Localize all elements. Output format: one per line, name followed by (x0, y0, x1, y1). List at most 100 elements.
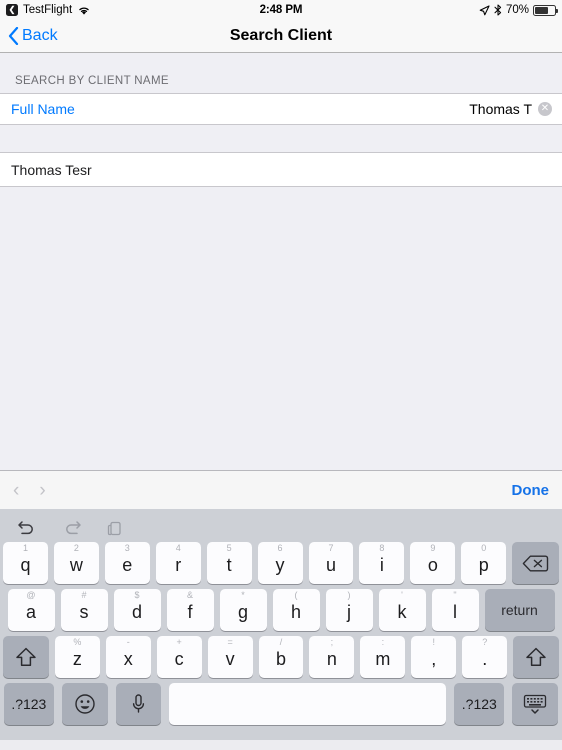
key-main-label: . (482, 649, 488, 669)
key-q[interactable]: 1q (2, 542, 48, 584)
key-sub-label: & (186, 590, 193, 600)
numeric-key-left[interactable]: .?123 (4, 683, 54, 725)
shift-icon[interactable] (2, 636, 49, 678)
key-k[interactable]: ' k (378, 589, 426, 631)
key-sub-label: 4 (175, 543, 181, 553)
page-title: Search Client (229, 27, 333, 44)
numeric-key-label: .?123 (461, 696, 497, 712)
onscreen-keyboard: 1q 2w 3e 4r 5t 6y 7u 8i 9o 0p @ a # s $ d &… (0, 509, 562, 740)
return-key[interactable]: return (484, 589, 555, 631)
key-comma[interactable]: !, (411, 636, 457, 678)
table-row[interactable]: Thomas Tesr (0, 153, 562, 186)
microphone-icon[interactable] (115, 683, 162, 725)
key-main-label: d (131, 602, 142, 622)
search-field-group: Full Name Thomas T ✕ (0, 93, 562, 125)
key-m[interactable]: :m (360, 636, 406, 678)
key-z[interactable]: % z (54, 636, 100, 678)
key-s[interactable]: # s (60, 589, 108, 631)
key-sub-label: 6 (277, 543, 283, 553)
key-sub-label: 1 (22, 543, 28, 553)
key-sub-label: * (241, 590, 245, 600)
key-main-label: c (174, 649, 184, 669)
keyboard-row-4: .?123 .?123 (0, 683, 562, 725)
space-key[interactable] (169, 683, 447, 725)
key-main-label: a (25, 602, 36, 622)
done-button[interactable]: Done (512, 482, 550, 499)
result-name-label: Thomas Tesr (11, 161, 92, 178)
undo-icon[interactable] (17, 519, 37, 535)
emoji-icon[interactable] (61, 683, 108, 725)
key-main-label: e (122, 555, 133, 575)
key-y[interactable]: 6y (257, 542, 303, 584)
hide-keyboard-icon[interactable] (512, 683, 559, 725)
key-b[interactable]: / b (258, 636, 304, 678)
redo-icon (62, 519, 82, 535)
backspace-icon[interactable] (512, 542, 560, 584)
key-sub-label: ! (432, 637, 436, 647)
key-u[interactable]: 7u (308, 542, 354, 584)
key-main-label: k (397, 602, 407, 622)
key-sub-label: 8 (379, 543, 385, 553)
key-t[interactable]: 5t (206, 542, 252, 584)
return-key-label: return (501, 602, 538, 618)
content-area: SEARCH BY CLIENT NAME Full Name Thomas T… (0, 53, 562, 470)
key-main-label: j (347, 602, 351, 622)
key-main-label: u (325, 555, 336, 575)
keyboard-row-2: @ a # s $ d & f * g (h ) j ' k " l return (0, 589, 562, 631)
key-main-label: i (379, 555, 384, 575)
keyboard-shortcut-bar (0, 512, 562, 542)
key-main-label: f (187, 602, 193, 622)
full-name-value-wrap: Thomas T ✕ (469, 101, 552, 117)
key-main-label: z (72, 649, 82, 669)
key-a[interactable]: @ a (7, 589, 55, 631)
key-main-label: h (290, 602, 301, 622)
key-main-label: p (478, 555, 489, 575)
status-bar: ❮ TestFlight 2:48 PM 70% (0, 0, 562, 20)
key-main-label: s (79, 602, 89, 622)
numeric-key-label: .?123 (11, 696, 47, 712)
key-period[interactable]: ?. (462, 636, 508, 678)
results-group: Thomas Tesr (0, 152, 562, 187)
key-sub-label: # (81, 590, 87, 600)
shift-icon-right[interactable] (513, 636, 560, 678)
key-r[interactable]: 4r (155, 542, 201, 584)
key-w[interactable]: 2w (53, 542, 99, 584)
key-x[interactable]: -x (105, 636, 151, 678)
key-d[interactable]: $ d (113, 589, 161, 631)
input-accessory-bar: ‹ › Done (0, 470, 562, 509)
location-arrow-icon (479, 4, 490, 16)
keyboard-row-1: 1q 2w 3e 4r 5t 6y 7u 8i 9o 0p (0, 542, 562, 584)
numeric-key-right[interactable]: .?123 (454, 683, 505, 725)
status-bar-clock: 2:48 PM (259, 4, 303, 16)
key-i[interactable]: 8i (359, 542, 405, 584)
key-v[interactable]: = v (207, 636, 253, 678)
key-e[interactable]: 3e (104, 542, 150, 584)
key-g[interactable]: * g (219, 589, 267, 631)
key-sub-label: 2 (73, 543, 79, 553)
key-c[interactable]: + c (156, 636, 202, 678)
key-sub-label: 5 (226, 543, 232, 553)
key-sub-label: ) (347, 590, 351, 600)
chevron-left-icon[interactable]: ‹ (13, 481, 19, 500)
key-main-label: w (69, 555, 83, 575)
key-main-label: t (226, 555, 232, 575)
key-j[interactable]: ) j (325, 589, 373, 631)
key-p[interactable]: 0p (461, 542, 507, 584)
key-l[interactable]: " l (431, 589, 479, 631)
full-name-field-row[interactable]: Full Name Thomas T ✕ (0, 94, 562, 124)
key-f[interactable]: & f (166, 589, 214, 631)
chevron-right-icon[interactable]: › (39, 481, 45, 500)
key-main-label: q (20, 555, 31, 575)
key-h[interactable]: (h (272, 589, 320, 631)
search-input[interactable]: Thomas T (469, 101, 532, 117)
section-header: SEARCH BY CLIENT NAME (15, 75, 169, 87)
section-spacer (0, 125, 562, 152)
clear-text-icon[interactable]: ✕ (538, 102, 552, 116)
key-sub-label: 3 (124, 543, 130, 553)
key-sub-label: ' (401, 590, 403, 600)
key-n[interactable]: ; n (309, 636, 355, 678)
key-sub-label: 0 (481, 543, 487, 553)
key-main-label: b (276, 649, 287, 669)
key-o[interactable]: 9o (410, 542, 456, 584)
key-sub-label: + (176, 637, 182, 647)
